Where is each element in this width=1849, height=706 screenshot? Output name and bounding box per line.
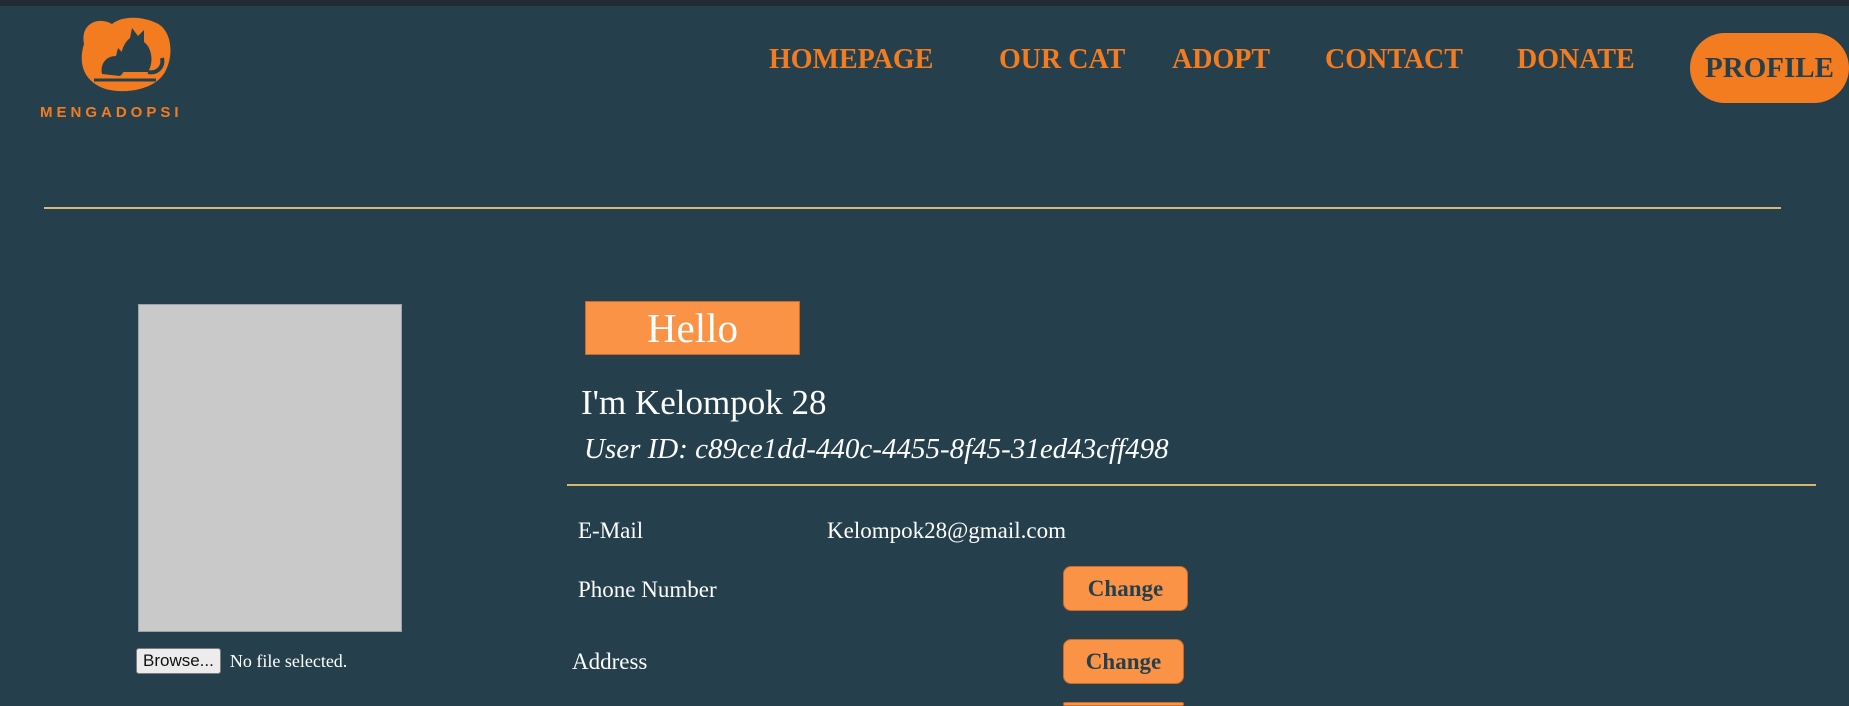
address-change-button[interactable]: Change	[1063, 639, 1184, 684]
email-value: Kelompok28@gmail.com	[827, 518, 1067, 543]
brand-name: MENGADOPSI	[40, 104, 183, 121]
nav-homepage[interactable]: HOMEPAGE	[769, 44, 933, 76]
profile-divider	[567, 484, 1816, 486]
window-top-edge	[0, 0, 1849, 6]
header-divider	[44, 207, 1781, 209]
nav-profile-button[interactable]: PROFILE	[1690, 33, 1849, 103]
user-id: User ID: c89ce1dd-440c-4455-8f45-31ed43c…	[584, 433, 1169, 465]
brand-logo[interactable]: MENGADOPSI	[36, 14, 216, 124]
phone-label: Phone Number	[578, 577, 717, 602]
browse-button[interactable]: Browse...	[136, 648, 221, 674]
file-status-text: No file selected.	[229, 650, 348, 671]
address-label: Address	[572, 649, 648, 674]
profile-picture-placeholder	[138, 304, 402, 632]
nav-contact[interactable]: CONTACT	[1325, 44, 1463, 76]
nav-our-cat[interactable]: OUR CAT	[999, 44, 1125, 76]
phone-change-button[interactable]: Change	[1063, 566, 1188, 611]
greeting-badge: Hello	[585, 301, 800, 355]
profile-name: I'm Kelompok 28	[581, 383, 827, 422]
nav-adopt[interactable]: ADOPT	[1172, 44, 1270, 76]
nav-donate[interactable]: DONATE	[1517, 44, 1635, 76]
email-label: E-Mail	[578, 518, 644, 543]
cat-dog-logo-icon	[81, 17, 171, 92]
avatar-file-input[interactable]: Browse... No file selected.	[136, 648, 347, 674]
next-change-button-partial[interactable]	[1063, 702, 1184, 706]
